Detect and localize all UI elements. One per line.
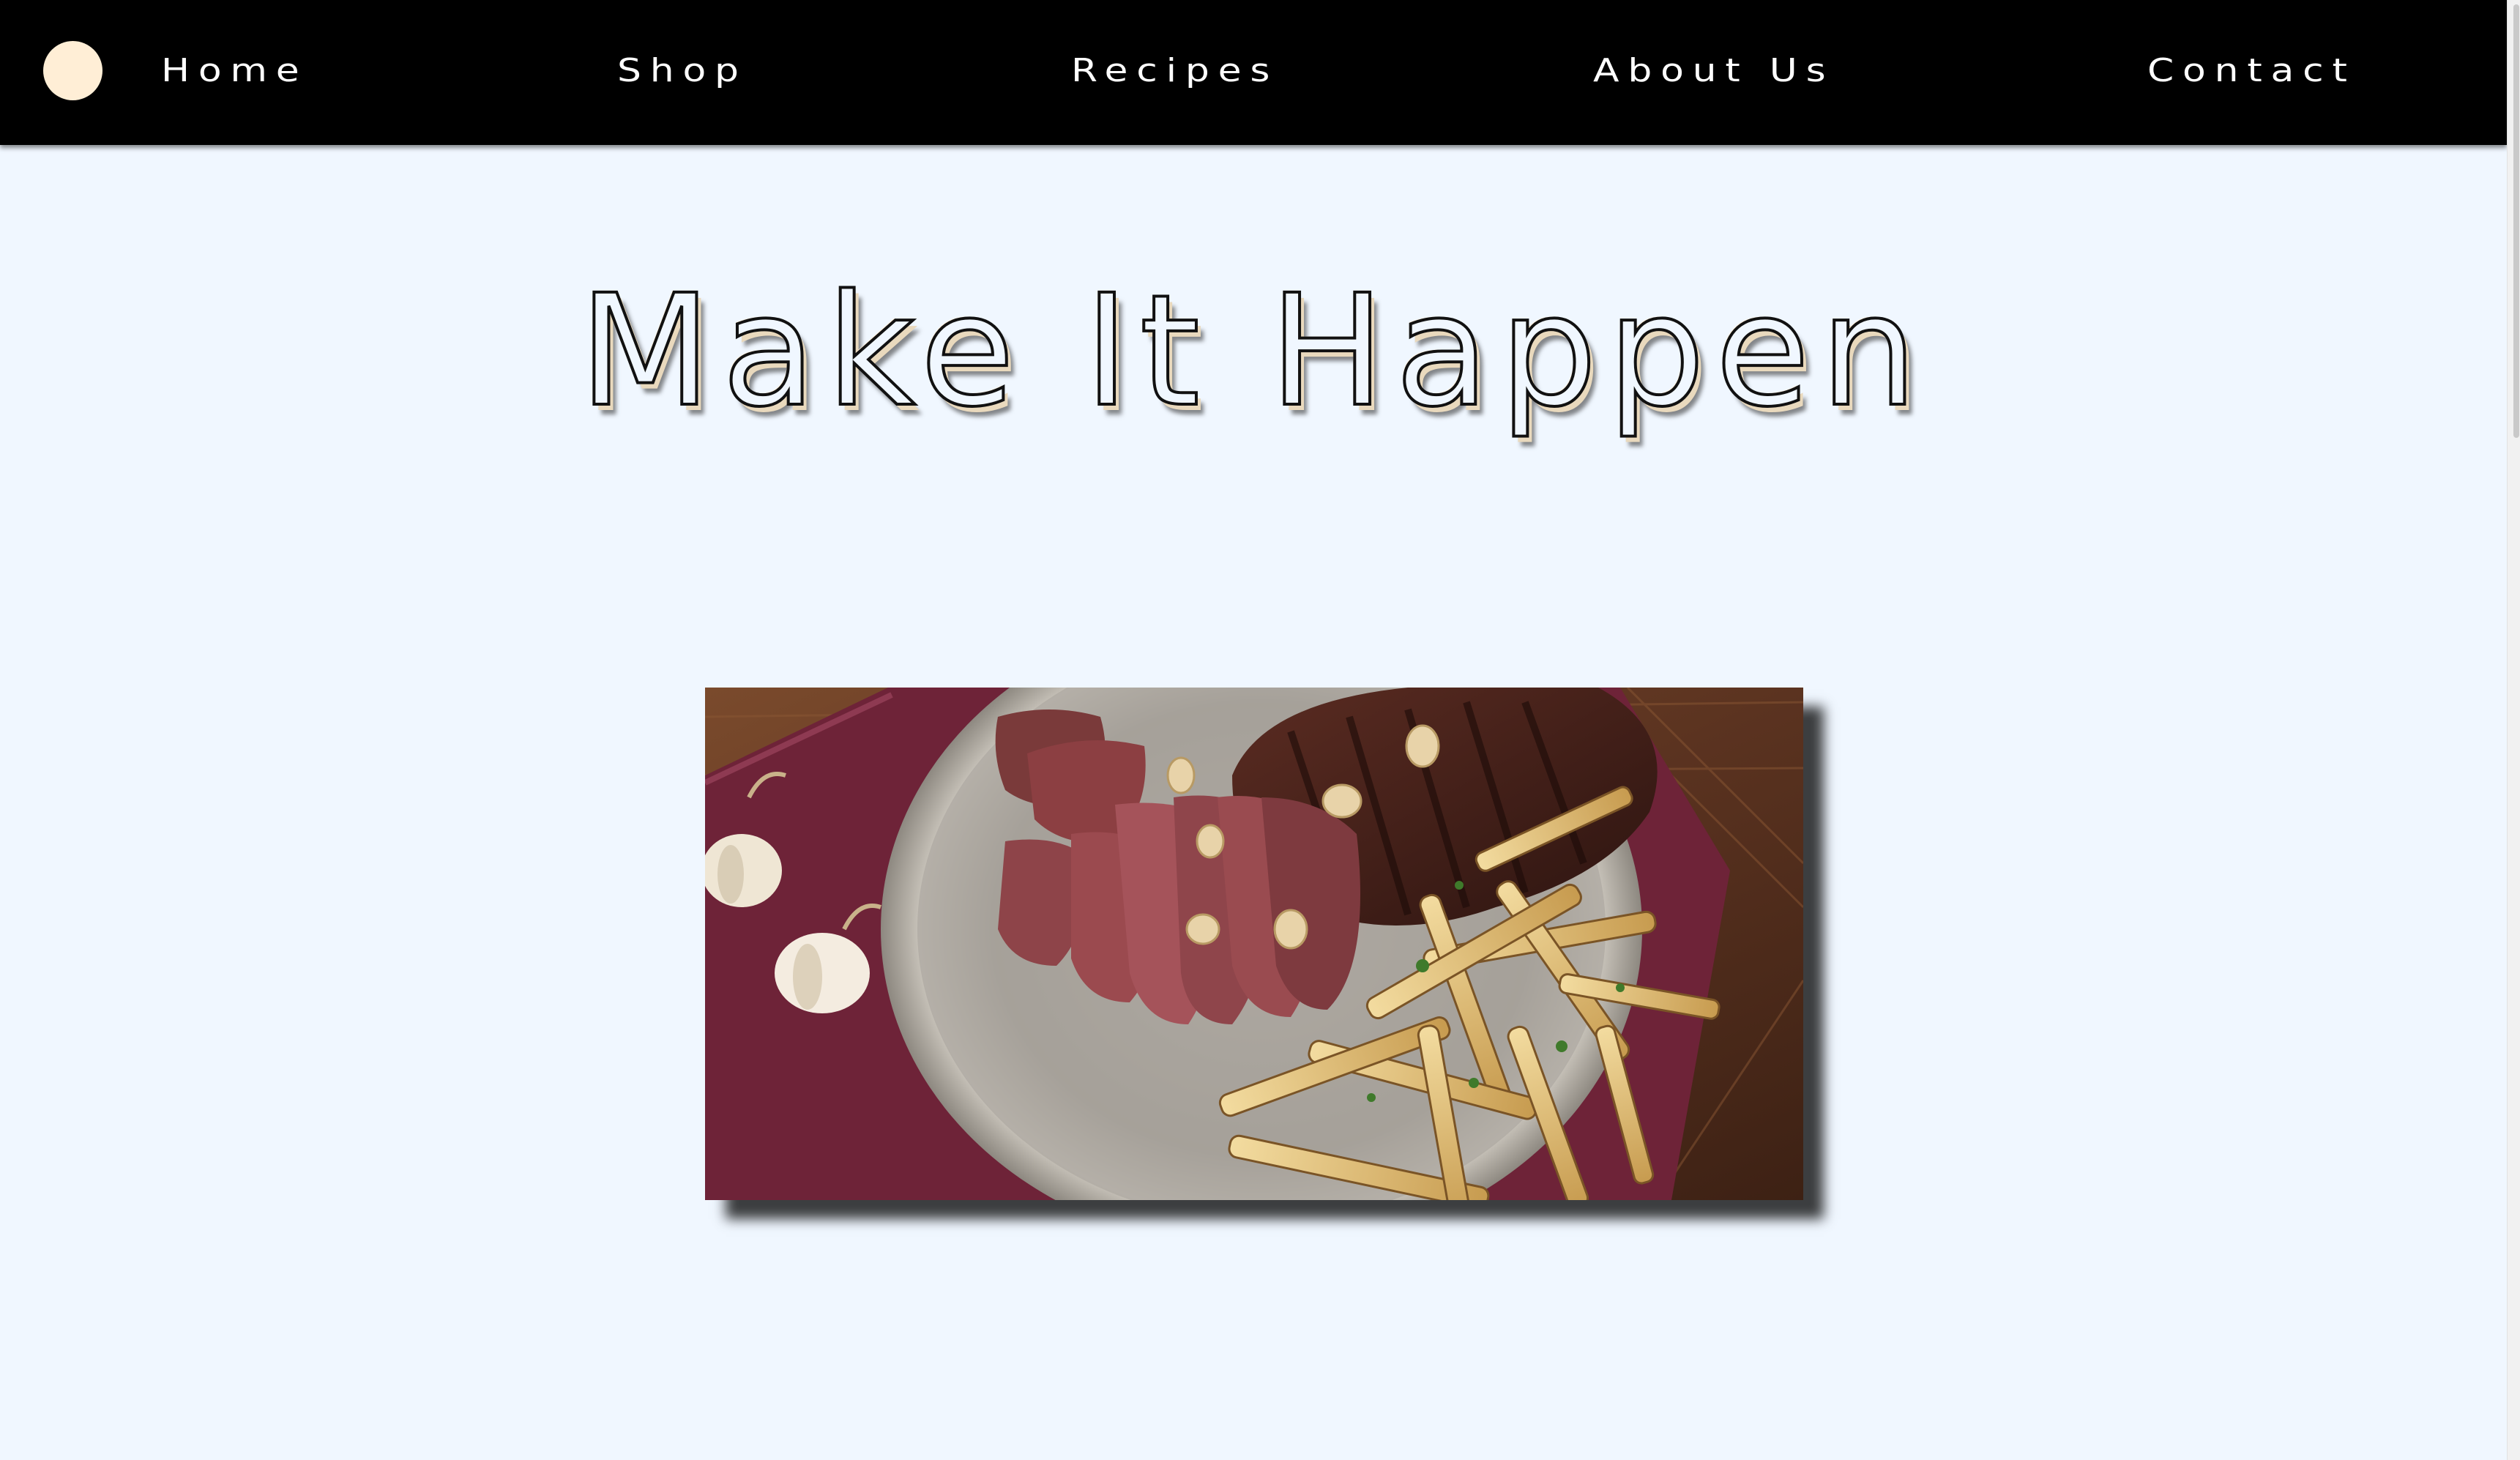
page: Home Shop Recipes About Us Contact Make … (0, 0, 2520, 1460)
steak-and-fries-image (705, 688, 1803, 1200)
nav-link-recipes[interactable]: Recipes (1071, 48, 1278, 94)
hero-title: Make It Happen (578, 260, 1928, 442)
logo-circle-icon[interactable] (43, 41, 102, 100)
top-navbar: Home Shop Recipes About Us Contact (0, 0, 2507, 145)
nav-link-about-us[interactable]: About Us (1593, 48, 1834, 94)
steak-plate-illustration (705, 688, 1803, 1200)
scrollbar-thumb[interactable] (2513, 4, 2519, 438)
nav-link-home[interactable]: Home (161, 48, 308, 94)
nav-link-shop[interactable]: Shop (617, 48, 748, 94)
nav-link-contact[interactable]: Contact (2147, 48, 2356, 94)
